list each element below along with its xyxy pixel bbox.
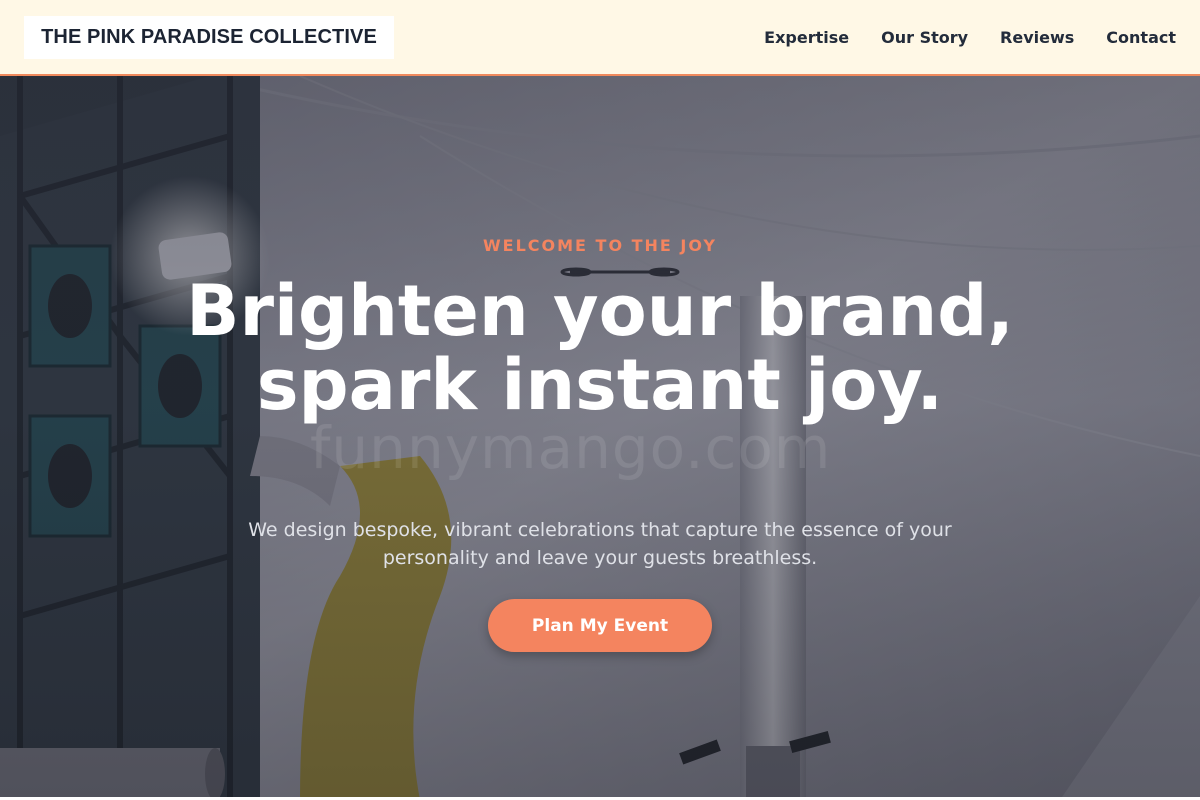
nav-link-contact[interactable]: Contact: [1106, 28, 1176, 47]
main-nav: Expertise Our Story Reviews Contact: [764, 0, 1176, 74]
nav-link-reviews[interactable]: Reviews: [1000, 28, 1074, 47]
site-header: THE PINK PARADISE COLLECTIVE Expertise O…: [0, 0, 1200, 76]
hero-eyebrow: WELCOME TO THE JOY: [483, 236, 717, 255]
hero-subtext: We design bespoke, vibrant celebrations …: [248, 519, 952, 569]
hero-content: WELCOME TO THE JOY Brighten your brand, …: [0, 76, 1200, 800]
nav-link-our-story[interactable]: Our Story: [881, 28, 968, 47]
hero-section: funnymango.com WELCOME TO THE JOY Bright…: [0, 76, 1200, 800]
hero-headline: Brighten your brand, spark instant joy.: [186, 270, 1014, 426]
plan-my-event-button[interactable]: Plan My Event: [488, 599, 712, 652]
brand-logo[interactable]: THE PINK PARADISE COLLECTIVE: [24, 16, 394, 59]
nav-link-expertise[interactable]: Expertise: [764, 28, 849, 47]
brand-name: THE PINK PARADISE COLLECTIVE: [41, 26, 377, 48]
